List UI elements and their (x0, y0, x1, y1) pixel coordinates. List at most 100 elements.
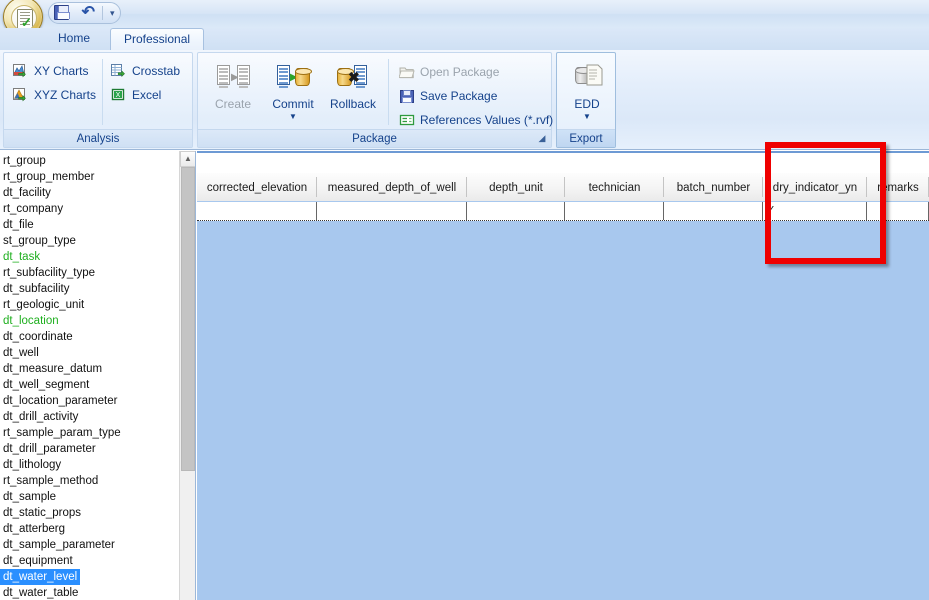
ribbon: XY Charts XYZ Charts Crosstab X Excel An… (0, 50, 929, 150)
ribbon-group-label-package: Package (198, 129, 551, 147)
list-item[interactable]: dt_measure_datum (0, 361, 180, 377)
rollback-label: Rollback (329, 97, 377, 111)
list-item[interactable]: dt_drill_parameter (0, 441, 180, 457)
list-item[interactable]: dt_well (0, 345, 180, 361)
grid-empty-area (197, 222, 929, 600)
list-item[interactable]: dt_static_props (0, 505, 180, 521)
list-item[interactable]: dt_location_parameter (0, 393, 180, 409)
create-button[interactable]: ▶ Create (204, 57, 262, 129)
table-cell[interactable]: Y (763, 202, 867, 220)
list-item[interactable]: dt_water_level (0, 569, 81, 585)
list-item[interactable]: dt_sample_parameter (0, 537, 180, 553)
list-item[interactable]: dt_subfacility (0, 281, 180, 297)
xy-charts-label: XY Charts (34, 64, 89, 78)
commit-button[interactable]: ▶ Commit ▼ (264, 57, 322, 129)
scrollbar-thumb[interactable] (181, 167, 195, 471)
list-item[interactable]: dt_equipment (0, 553, 180, 569)
table-cell[interactable] (197, 202, 317, 220)
column-header[interactable]: measured_depth_of_well (317, 173, 467, 201)
open-package-label: Open Package (420, 65, 500, 79)
content-area: rt_group rt_group_member dt_facility rt_com… (0, 151, 929, 600)
excel-label: Excel (132, 88, 162, 102)
chevron-down-icon[interactable]: ▼ (289, 113, 297, 121)
column-header[interactable]: dry_indicator_yn (763, 173, 867, 201)
svg-text:X: X (116, 92, 121, 99)
table-cell[interactable] (565, 202, 664, 220)
reference-values-button[interactable]: References Values (*.rvf) (396, 109, 556, 131)
excel-button[interactable]: X Excel (108, 84, 164, 106)
open-folder-icon (398, 64, 415, 80)
save-package-button[interactable]: Save Package (396, 85, 500, 107)
list-item[interactable]: dt_atterberg (0, 521, 180, 537)
xyz-chart-icon (13, 87, 29, 103)
table-cell[interactable] (467, 202, 565, 220)
list-item[interactable]: rt_geologic_unit (0, 297, 180, 313)
table-list[interactable]: rt_group rt_group_member dt_facility rt_com… (0, 153, 180, 600)
list-item[interactable]: dt_sample (0, 489, 180, 505)
xyz-charts-button[interactable]: XYZ Charts (10, 84, 99, 106)
reference-values-icon (399, 112, 415, 128)
column-header[interactable]: technician (565, 173, 664, 201)
list-item[interactable]: rt_group_member (0, 169, 180, 185)
crosstab-button[interactable]: Crosstab (108, 60, 183, 82)
edd-export-icon (570, 60, 604, 94)
column-header[interactable]: remarks (867, 173, 929, 201)
create-table-icon: ▶ (216, 60, 250, 94)
tab-home[interactable]: Home (45, 28, 103, 50)
open-package-button[interactable]: Open Package (396, 61, 502, 83)
table-cell[interactable] (664, 202, 763, 220)
rollback-db-icon: ✖ (336, 60, 370, 94)
save-icon[interactable] (54, 4, 71, 22)
grid-top-strip (197, 153, 929, 173)
list-item[interactable]: rt_sample_method (0, 473, 180, 489)
list-item[interactable]: rt_subfacility_type (0, 265, 180, 281)
table-list-scrollbar[interactable]: ▲ (179, 151, 195, 600)
save-package-label: Save Package (420, 89, 498, 103)
list-item[interactable]: rt_sample_param_type (0, 425, 180, 441)
table-list-panel: rt_group rt_group_member dt_facility rt_com… (0, 151, 196, 600)
list-item[interactable]: rt_group (0, 153, 180, 169)
column-header[interactable]: corrected_elevation (197, 173, 317, 201)
list-item[interactable]: dt_task (0, 249, 180, 265)
xy-charts-button[interactable]: XY Charts (10, 60, 91, 82)
list-item[interactable]: rt_company (0, 201, 180, 217)
list-item[interactable]: dt_water_table (0, 585, 180, 600)
chevron-down-icon[interactable]: ▼ (583, 113, 591, 121)
dialog-launcher-icon[interactable]: ◢ (536, 132, 548, 145)
table-cell[interactable] (317, 202, 467, 220)
list-item[interactable]: dt_coordinate (0, 329, 180, 345)
undo-icon[interactable]: ↷ (78, 4, 95, 22)
ribbon-group-export: EDD ▼ Export (556, 52, 616, 148)
list-item[interactable]: dt_location (0, 313, 180, 329)
ribbon-group-package: ▶ Create ▶ Commit ▼ ✖ Rollback Open Pack… (197, 52, 553, 148)
column-header[interactable]: batch_number (664, 173, 763, 201)
save-icon (399, 88, 415, 104)
title-bar: ✓ ↷ ▾ (0, 0, 929, 37)
edd-button[interactable]: EDD ▼ (558, 57, 616, 129)
ribbon-group-label-export: Export (557, 129, 615, 147)
table-cell[interactable] (867, 202, 929, 220)
list-item[interactable]: st_group_type (0, 233, 180, 249)
table-row[interactable]: Y (197, 202, 929, 221)
column-header[interactable]: depth_unit (467, 173, 565, 201)
rollback-button[interactable]: ✖ Rollback (324, 57, 382, 129)
create-label: Create (214, 97, 252, 111)
list-item[interactable]: dt_lithology (0, 457, 180, 473)
data-grid: corrected_elevation measured_depth_of_wel… (197, 151, 929, 600)
list-item[interactable]: dt_well_segment (0, 377, 180, 393)
edd-label: EDD (574, 97, 600, 111)
xyz-charts-label: XYZ Charts (34, 88, 97, 102)
excel-icon: X (111, 87, 127, 103)
reference-values-label: References Values (*.rvf) (420, 113, 554, 127)
ribbon-group-label-analysis: Analysis (4, 129, 192, 147)
list-item[interactable]: dt_drill_activity (0, 409, 180, 425)
group-divider (388, 59, 389, 125)
customize-quick-access-icon[interactable]: ▾ (110, 8, 115, 18)
ribbon-group-analysis: XY Charts XYZ Charts Crosstab X Excel An… (3, 52, 193, 148)
application-window: ✓ ↷ ▾ Home Professional XY Charts XYZ Ch… (0, 0, 929, 600)
list-item[interactable]: dt_facility (0, 185, 180, 201)
group-divider (102, 59, 103, 125)
chevron-up-icon[interactable]: ▲ (180, 151, 195, 167)
list-item[interactable]: dt_file (0, 217, 180, 233)
tab-professional[interactable]: Professional (110, 28, 205, 50)
